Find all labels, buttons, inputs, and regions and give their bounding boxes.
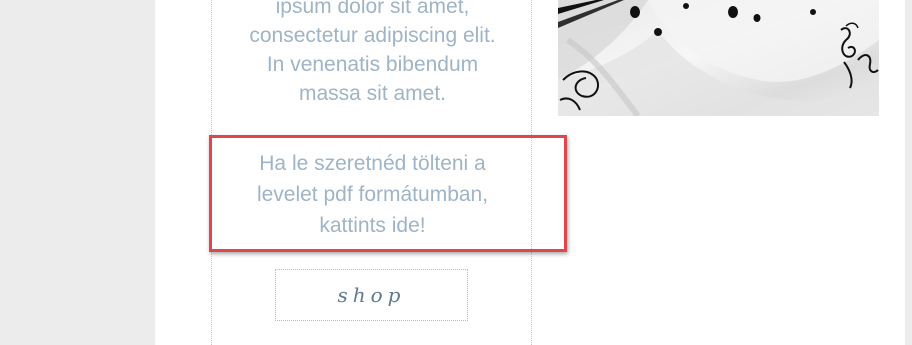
body-text: ipsum dolor sit amet, consectetur adipis… [249, 0, 496, 105]
fabric-photo-icon [558, 0, 879, 116]
product-photo [558, 0, 879, 116]
shop-button[interactable]: shop [275, 269, 468, 321]
highlight-annotation [209, 135, 567, 252]
page-edge [905, 0, 912, 345]
